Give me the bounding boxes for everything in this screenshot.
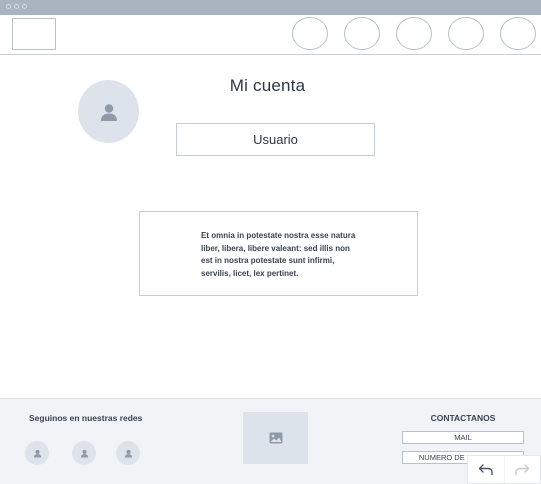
- nav-item-4[interactable]: [448, 17, 484, 50]
- user-icon: [33, 449, 41, 458]
- avatar[interactable]: [78, 80, 139, 143]
- social-link-3[interactable]: [116, 441, 140, 465]
- social-title: Seguinos en nuestras redes: [29, 413, 143, 423]
- image-placeholder: [243, 412, 308, 464]
- footer: Seguinos en nuestras redes CONTACTANOS M…: [0, 398, 541, 484]
- user-icon: [80, 449, 88, 458]
- logo-placeholder[interactable]: [12, 18, 56, 50]
- social-link-1[interactable]: [25, 441, 49, 465]
- description-box: Et omnia in potestate nostra esse natura…: [139, 211, 418, 296]
- nav-item-2[interactable]: [344, 17, 380, 50]
- close-window-dot[interactable]: [6, 4, 11, 9]
- nav-item-1[interactable]: [292, 17, 328, 50]
- description-text: Et omnia in potestate nostra esse natura…: [201, 231, 356, 278]
- window-controls: [6, 4, 27, 9]
- image-icon: [269, 432, 282, 444]
- page-title: Mi cuenta: [229, 76, 306, 95]
- nav-item-3[interactable]: [396, 17, 432, 50]
- redo-icon: [515, 464, 530, 476]
- undo-icon: [478, 464, 493, 476]
- top-navbar: [0, 15, 541, 55]
- mail-label: MAIL: [454, 433, 472, 442]
- username-label: Usuario: [253, 132, 298, 147]
- minimize-window-dot[interactable]: [14, 4, 19, 9]
- username-field[interactable]: Usuario: [176, 123, 375, 156]
- contact-title: CONTACTANOS: [430, 413, 496, 423]
- maximize-window-dot[interactable]: [22, 4, 27, 9]
- nav-item-5[interactable]: [500, 17, 536, 50]
- mail-field[interactable]: MAIL: [402, 431, 524, 444]
- user-icon: [100, 103, 117, 121]
- redo-button[interactable]: [503, 456, 540, 483]
- undo-button[interactable]: [468, 456, 504, 483]
- user-icon: [124, 449, 132, 458]
- window-titlebar: [0, 0, 541, 15]
- social-link-2[interactable]: [72, 441, 96, 465]
- undo-redo-toolbar: [467, 455, 541, 484]
